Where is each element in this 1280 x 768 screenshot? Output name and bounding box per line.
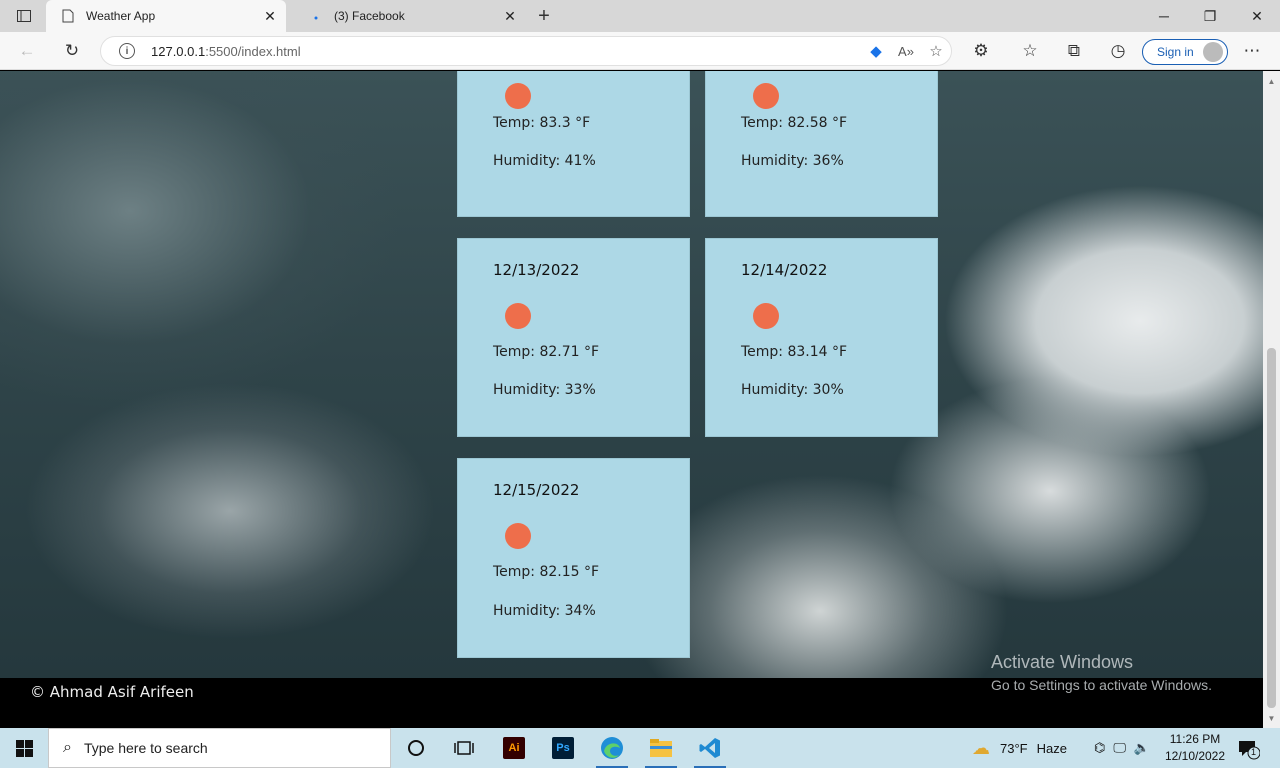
- restore-icon[interactable]: ❐: [1187, 0, 1233, 32]
- avatar: [1203, 42, 1223, 62]
- loading-icon: [308, 8, 324, 24]
- tab-actions-icon[interactable]: [9, 0, 39, 32]
- weather-widget[interactable]: ☁ 73°F Haze: [972, 728, 1067, 768]
- edge-icon[interactable]: [592, 732, 632, 768]
- temperature-text: Temp: 82.58 °F: [741, 115, 848, 131]
- search-icon: ⌕: [63, 739, 72, 756]
- tab-facebook[interactable]: (3) Facebook ✕: [294, 0, 526, 32]
- notification-count: 1: [1251, 747, 1257, 757]
- sign-in-label: Sign in: [1157, 45, 1194, 59]
- extensions-icon[interactable]: ⚙: [966, 36, 996, 66]
- collections-icon[interactable]: ⧉: [1059, 36, 1089, 66]
- haze-weather-icon: ☁: [972, 737, 990, 758]
- scroll-thumb[interactable]: [1267, 348, 1276, 708]
- clock-time: 11:26 PM: [1169, 732, 1221, 746]
- refresh-icon[interactable]: ↻: [57, 36, 87, 66]
- info-icon[interactable]: i: [119, 43, 135, 59]
- taskbar-clock[interactable]: 11:26 PM 12/10/2022: [1162, 731, 1228, 765]
- weather-icon: [753, 83, 779, 109]
- forecast-date: 12/15/2022: [493, 481, 580, 499]
- browser-tab-bar: Weather App ✕ (3) Facebook ✕ + ─ ❐ ✕: [0, 0, 1280, 32]
- add-favorite-icon[interactable]: ☆: [921, 36, 951, 66]
- browser-toolbar: ← ↻ i 127.0.0.1:5500/index.html ◆ A» ☆ ⚙…: [0, 32, 1280, 70]
- close-window-icon[interactable]: ✕: [1234, 0, 1280, 32]
- system-tray: ⌬ 🖵 🔈: [1094, 728, 1150, 768]
- weather-temp: 73°F: [1000, 740, 1028, 756]
- humidity-text: Humidity: 33%: [493, 382, 596, 398]
- tab-title: Weather App: [86, 9, 156, 23]
- taskbar-search-box[interactable]: ⌕ Type here to search: [48, 728, 391, 768]
- forecast-date: 12/14/2022: [741, 261, 828, 279]
- vertical-scrollbar[interactable]: ▲ ▼: [1263, 71, 1280, 728]
- forecast-card: Temp: 83.3 °F Humidity: 41%: [457, 71, 690, 217]
- new-tab-plus-icon[interactable]: +: [530, 3, 558, 29]
- close-icon[interactable]: ✕: [498, 4, 522, 28]
- more-menu-icon[interactable]: ⋯: [1237, 36, 1267, 66]
- watermark-subtitle: Go to Settings to activate Windows.: [991, 677, 1212, 693]
- task-view-icon[interactable]: [444, 732, 484, 764]
- forecast-card: 12/13/2022 Temp: 82.71 °F Humidity: 33%: [457, 238, 690, 437]
- weather-icon: [505, 83, 531, 109]
- humidity-text: Humidity: 34%: [493, 603, 596, 619]
- network-icon[interactable]: 🖵: [1113, 740, 1126, 756]
- scroll-down-icon[interactable]: ▼: [1263, 710, 1280, 726]
- meet-now-icon[interactable]: ⌬: [1094, 740, 1105, 756]
- address-bar[interactable]: i 127.0.0.1:5500/index.html ◆ A» ☆: [100, 36, 952, 66]
- read-aloud-icon[interactable]: A»: [891, 36, 921, 66]
- page-icon: [60, 8, 76, 24]
- tab-title: (3) Facebook: [334, 9, 405, 23]
- forecast-date: 12/13/2022: [493, 261, 580, 279]
- cortana-icon[interactable]: [396, 732, 436, 764]
- forecast-card: Temp: 82.58 °F Humidity: 36%: [705, 71, 938, 217]
- volume-icon[interactable]: 🔈: [1134, 740, 1150, 756]
- humidity-text: Humidity: 30%: [741, 382, 844, 398]
- close-icon[interactable]: ✕: [258, 4, 282, 28]
- windows-start-icon[interactable]: [0, 728, 48, 768]
- weather-desc: Haze: [1036, 740, 1067, 756]
- scroll-up-icon[interactable]: ▲: [1263, 73, 1280, 89]
- forecast-card: 12/14/2022 Temp: 83.14 °F Humidity: 30%: [705, 238, 938, 437]
- illustrator-icon[interactable]: Ai: [494, 732, 534, 764]
- temperature-text: Temp: 83.3 °F: [493, 115, 591, 131]
- back-arrow-icon[interactable]: ←: [12, 36, 42, 66]
- favorites-icon[interactable]: ☆: [1015, 36, 1045, 66]
- search-placeholder: Type here to search: [83, 740, 208, 756]
- vscode-icon[interactable]: [690, 732, 730, 768]
- humidity-text: Humidity: 36%: [741, 153, 844, 169]
- copyright-text: © Ahmad Asif Arifeen: [30, 683, 194, 701]
- temperature-text: Temp: 82.71 °F: [493, 344, 600, 360]
- file-explorer-icon[interactable]: [641, 732, 681, 768]
- sign-in-button[interactable]: Sign in: [1142, 39, 1228, 65]
- page-viewport: Temp: 83.3 °F Humidity: 41% Temp: 82.58 …: [0, 71, 1263, 728]
- notification-center-icon[interactable]: 1: [1236, 736, 1261, 760]
- temperature-text: Temp: 83.14 °F: [741, 344, 848, 360]
- activate-windows-watermark: Activate Windows Go to Settings to activ…: [991, 652, 1212, 693]
- coupon-tag-icon[interactable]: ◆: [861, 36, 891, 66]
- tab-weather-app[interactable]: Weather App ✕: [46, 0, 286, 32]
- temperature-text: Temp: 82.15 °F: [493, 564, 600, 580]
- windows-taskbar: ⌕ Type here to search Ai Ps ☁ 73°F Haze …: [0, 728, 1280, 768]
- watermark-title: Activate Windows: [991, 652, 1134, 672]
- weather-icon: [753, 303, 779, 329]
- clock-date: 12/10/2022: [1164, 749, 1226, 763]
- url-text[interactable]: 127.0.0.1:5500/index.html: [151, 44, 861, 59]
- humidity-text: Humidity: 41%: [493, 153, 596, 169]
- weather-icon: [505, 303, 531, 329]
- history-icon[interactable]: ◷: [1103, 36, 1133, 66]
- weather-icon: [505, 523, 531, 549]
- photoshop-icon[interactable]: Ps: [543, 732, 583, 764]
- minimize-icon[interactable]: ─: [1141, 0, 1187, 32]
- forecast-card: 12/15/2022 Temp: 82.15 °F Humidity: 34%: [457, 458, 690, 658]
